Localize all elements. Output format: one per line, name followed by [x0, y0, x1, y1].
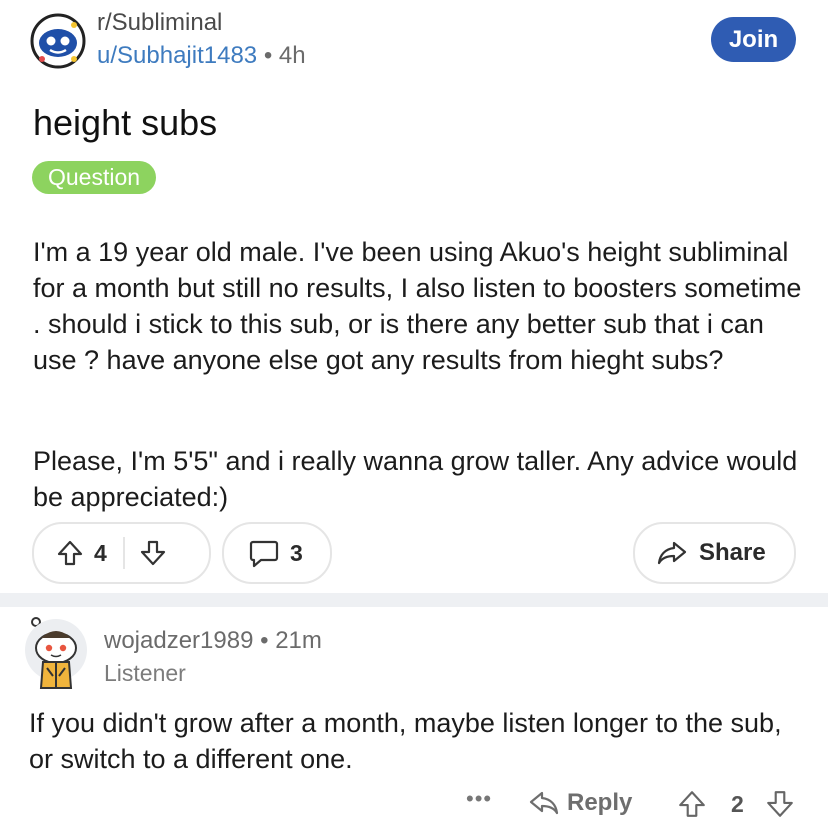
- post-body-paragraph-1: I'm a 19 year old male. I've been using …: [33, 237, 802, 375]
- vote-divider: [122, 537, 125, 569]
- reply-label: Reply: [567, 789, 633, 816]
- comment-text: If you didn't grow after a month, maybe …: [29, 708, 782, 774]
- meta-separator: •: [263, 42, 273, 69]
- reply-icon: [529, 790, 559, 816]
- subreddit-avatar-icon[interactable]: [30, 13, 86, 69]
- comment-downvote-icon[interactable]: [765, 789, 795, 824]
- post-body-paragraph-2: Please, I'm 5'5" and i really wanna grow…: [33, 446, 798, 512]
- comment-age: 21m: [275, 627, 322, 654]
- subreddit-name[interactable]: r/Subliminal: [97, 9, 222, 37]
- comments-button[interactable]: 3: [222, 522, 332, 584]
- join-button[interactable]: Join: [711, 17, 796, 62]
- post-title: height subs: [33, 102, 218, 143]
- comment-upvote-icon[interactable]: [677, 789, 707, 824]
- post-age: 4h: [278, 42, 306, 69]
- post-meta: u/Subhajit1483 • 4h: [97, 42, 306, 70]
- post-flair[interactable]: Question: [32, 161, 157, 194]
- upvote-icon[interactable]: [56, 539, 84, 567]
- comment-score: 2: [731, 791, 744, 817]
- share-icon: [657, 540, 687, 566]
- section-divider: [0, 593, 828, 607]
- vote-bar: 4: [32, 522, 211, 584]
- comment-icon: [248, 538, 280, 568]
- comment-meta: wojadzer1989 • 21m: [104, 627, 322, 655]
- share-label: Share: [699, 539, 766, 566]
- upvote-count: 4: [94, 539, 107, 566]
- comment-author[interactable]: wojadzer1989: [104, 627, 253, 654]
- downvote-icon[interactable]: [139, 539, 167, 567]
- comment-user-flair: Listener: [104, 660, 186, 686]
- reply-button[interactable]: Reply: [529, 789, 632, 817]
- comment-count: 3: [290, 539, 303, 566]
- user-avatar-icon[interactable]: [23, 616, 89, 690]
- share-button[interactable]: Share: [633, 522, 796, 584]
- more-options-button[interactable]: •••: [466, 786, 492, 812]
- post-author[interactable]: u/Subhajit1483: [97, 42, 257, 69]
- meta-separator: •: [260, 627, 269, 654]
